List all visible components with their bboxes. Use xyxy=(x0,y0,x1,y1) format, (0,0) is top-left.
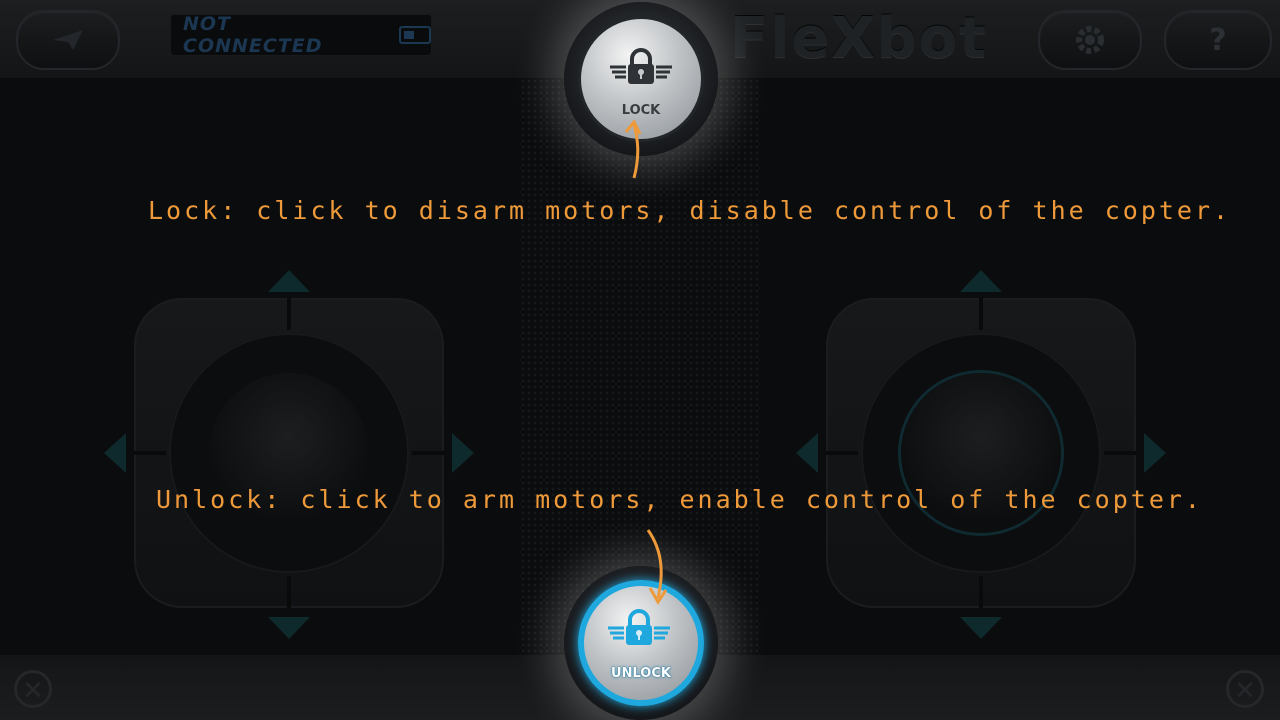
left-joystick-pad[interactable] xyxy=(134,298,444,608)
right-left-arrow-icon[interactable] xyxy=(796,433,818,473)
unlock-label: UNLOCK xyxy=(611,666,671,681)
unlock-annotation: Unlock: click to arm motors, enable cont… xyxy=(156,485,1203,514)
right-right-arrow-icon[interactable] xyxy=(1144,433,1166,473)
left-down-arrow-icon[interactable] xyxy=(268,617,310,639)
lock-icon xyxy=(610,48,672,84)
left-trim-button[interactable]: ✕ xyxy=(14,670,52,708)
send-button[interactable] xyxy=(16,10,120,70)
connection-status: NOT CONNECTED xyxy=(170,13,432,57)
close-icon: ✕ xyxy=(1234,676,1256,706)
help-icon: ? xyxy=(1209,22,1227,58)
paper-plane-icon xyxy=(53,30,83,50)
unlock-icon xyxy=(608,609,670,645)
annotation-arrows xyxy=(624,119,668,605)
right-up-arrow-icon[interactable] xyxy=(960,270,1002,292)
help-button[interactable]: ? xyxy=(1164,10,1272,70)
right-down-arrow-icon[interactable] xyxy=(960,617,1002,639)
right-joystick-pad[interactable] xyxy=(826,298,1136,608)
app-logo: FleXbot xyxy=(730,6,988,71)
left-right-arrow-icon[interactable] xyxy=(452,433,474,473)
left-up-arrow-icon[interactable] xyxy=(268,270,310,292)
settings-button[interactable] xyxy=(1038,10,1142,70)
left-left-arrow-icon[interactable] xyxy=(104,433,126,473)
lock-annotation: Lock: click to disarm motors, disable co… xyxy=(148,196,1232,225)
close-icon: ✕ xyxy=(22,676,44,706)
status-text: NOT CONNECTED xyxy=(183,13,323,57)
battery-icon xyxy=(399,26,431,44)
right-trim-button[interactable]: ✕ xyxy=(1226,670,1264,708)
gear-icon xyxy=(1076,26,1104,54)
